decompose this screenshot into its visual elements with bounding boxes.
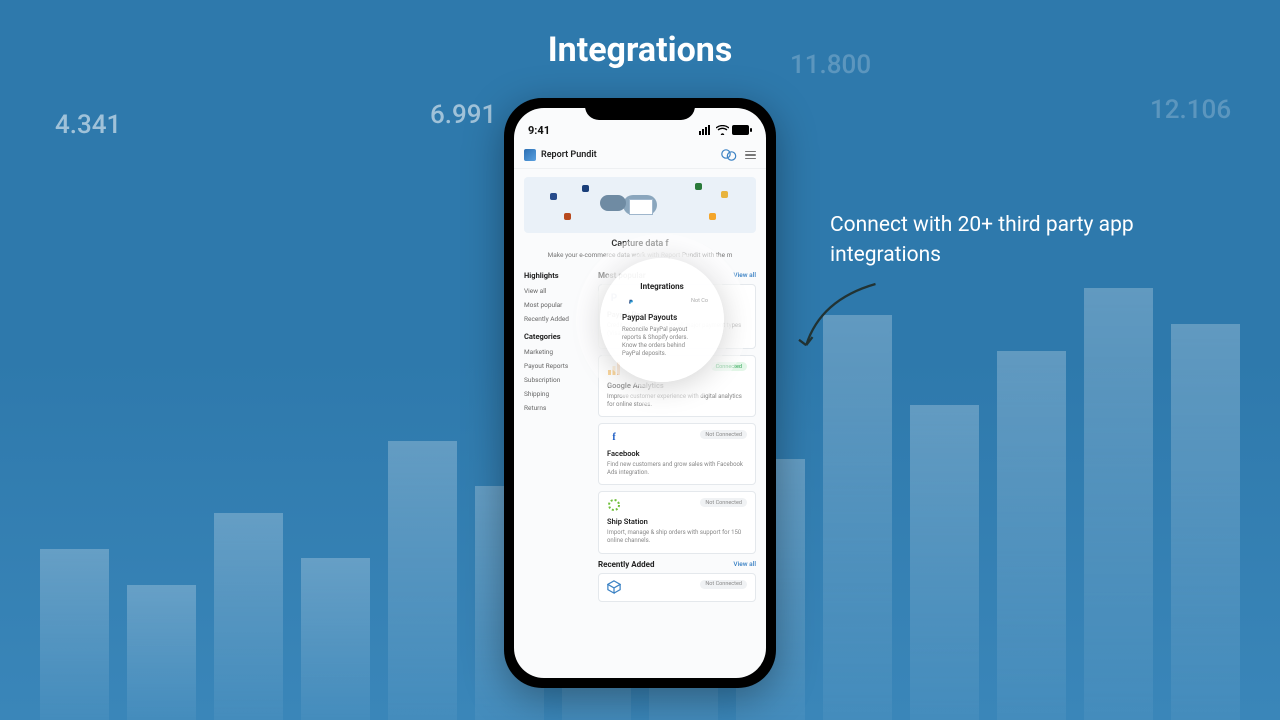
battery-icon [732, 125, 752, 135]
sidebar-item-recently-added[interactable]: Recently Added [524, 312, 588, 326]
card-desc: Import, manage & ship orders with suppor… [607, 529, 747, 545]
sidebar-item-most-popular[interactable]: Most popular [524, 298, 588, 312]
sidebar: Highlights View all Most popular Recentl… [524, 265, 588, 608]
card-title: Ship Station [607, 517, 747, 526]
app-name: Report Pundit [541, 150, 597, 160]
page-body: Capture data f Make your e-commerce data… [514, 169, 766, 678]
integration-card-recent[interactable]: Not Connected [598, 573, 756, 602]
integration-card-shipstation[interactable]: Not Connected Ship Station Import, manag… [598, 491, 756, 553]
chat-icon[interactable] [721, 148, 737, 162]
section-recently-added: Recently Added View all [598, 560, 756, 569]
sidebar-item-subscription[interactable]: Subscription [524, 373, 588, 387]
app-brand[interactable]: Report Pundit [524, 149, 597, 161]
sidebar-item-payout-reports[interactable]: Payout Reports [524, 359, 588, 373]
status-badge: Connected [711, 362, 747, 371]
halo-status: Not Co [691, 298, 708, 304]
hamburger-menu-icon[interactable] [745, 151, 756, 160]
halo-section-label: Integrations [640, 282, 683, 291]
card-title: Facebook [607, 449, 747, 458]
highlight-circle: Integrations Not Co Paypal Payouts Recon… [600, 258, 724, 382]
sidebar-heading-categories: Categories [524, 332, 588, 341]
card-desc: Improve customer experience with digital… [607, 393, 747, 409]
sidebar-heading-highlights: Highlights [524, 271, 588, 280]
marketing-slide: 4.341 6.991 11.800 12.106 Integrations C… [0, 0, 1280, 720]
card-desc: Find new customers and grow sales with F… [607, 461, 747, 477]
status-time: 9:41 [528, 124, 550, 137]
callout-text: Connect with 20+ third party app integra… [830, 210, 1160, 271]
status-badge: Not Connected [700, 580, 747, 589]
phone-notch [585, 98, 695, 120]
status-badge: Not Connected [700, 498, 747, 507]
paypal-icon [622, 299, 640, 305]
hero-illustration [524, 177, 756, 233]
facebook-icon: f [607, 430, 621, 444]
view-all-link[interactable]: View all [733, 560, 756, 569]
box-icon [607, 580, 621, 594]
app-bar: Report Pundit [514, 142, 766, 169]
halo-card-title: Paypal Payouts [622, 313, 702, 322]
card-title: Google Analytics [607, 381, 747, 390]
view-all-link[interactable]: View all [733, 271, 756, 280]
halo-card-desc: Reconcile PayPal payout reports & Shopif… [622, 326, 702, 358]
signal-icon [699, 125, 713, 135]
integration-card-facebook[interactable]: f Not Connected Facebook Find new custom… [598, 423, 756, 485]
sidebar-item-marketing[interactable]: Marketing [524, 345, 588, 359]
page-title: Integrations [0, 30, 1280, 70]
sidebar-item-shipping[interactable]: Shipping [524, 387, 588, 401]
hero-caption: Capture data f [514, 239, 766, 249]
wifi-icon [716, 125, 729, 135]
phone-frame: 9:41 Report Pundit [504, 98, 776, 688]
bg-number: 12.106 [1150, 95, 1231, 125]
sidebar-item-view-all[interactable]: View all [524, 284, 588, 298]
sidebar-item-returns[interactable]: Returns [524, 401, 588, 415]
phone-screen: 9:41 Report Pundit [514, 108, 766, 678]
bg-number: 6.991 [430, 100, 496, 130]
callout-arrow-icon [790, 275, 880, 365]
status-badge: Not Connected [700, 430, 747, 439]
brand-logo-icon [524, 149, 536, 161]
bg-number: 4.341 [55, 110, 121, 140]
shipstation-icon [607, 498, 621, 512]
